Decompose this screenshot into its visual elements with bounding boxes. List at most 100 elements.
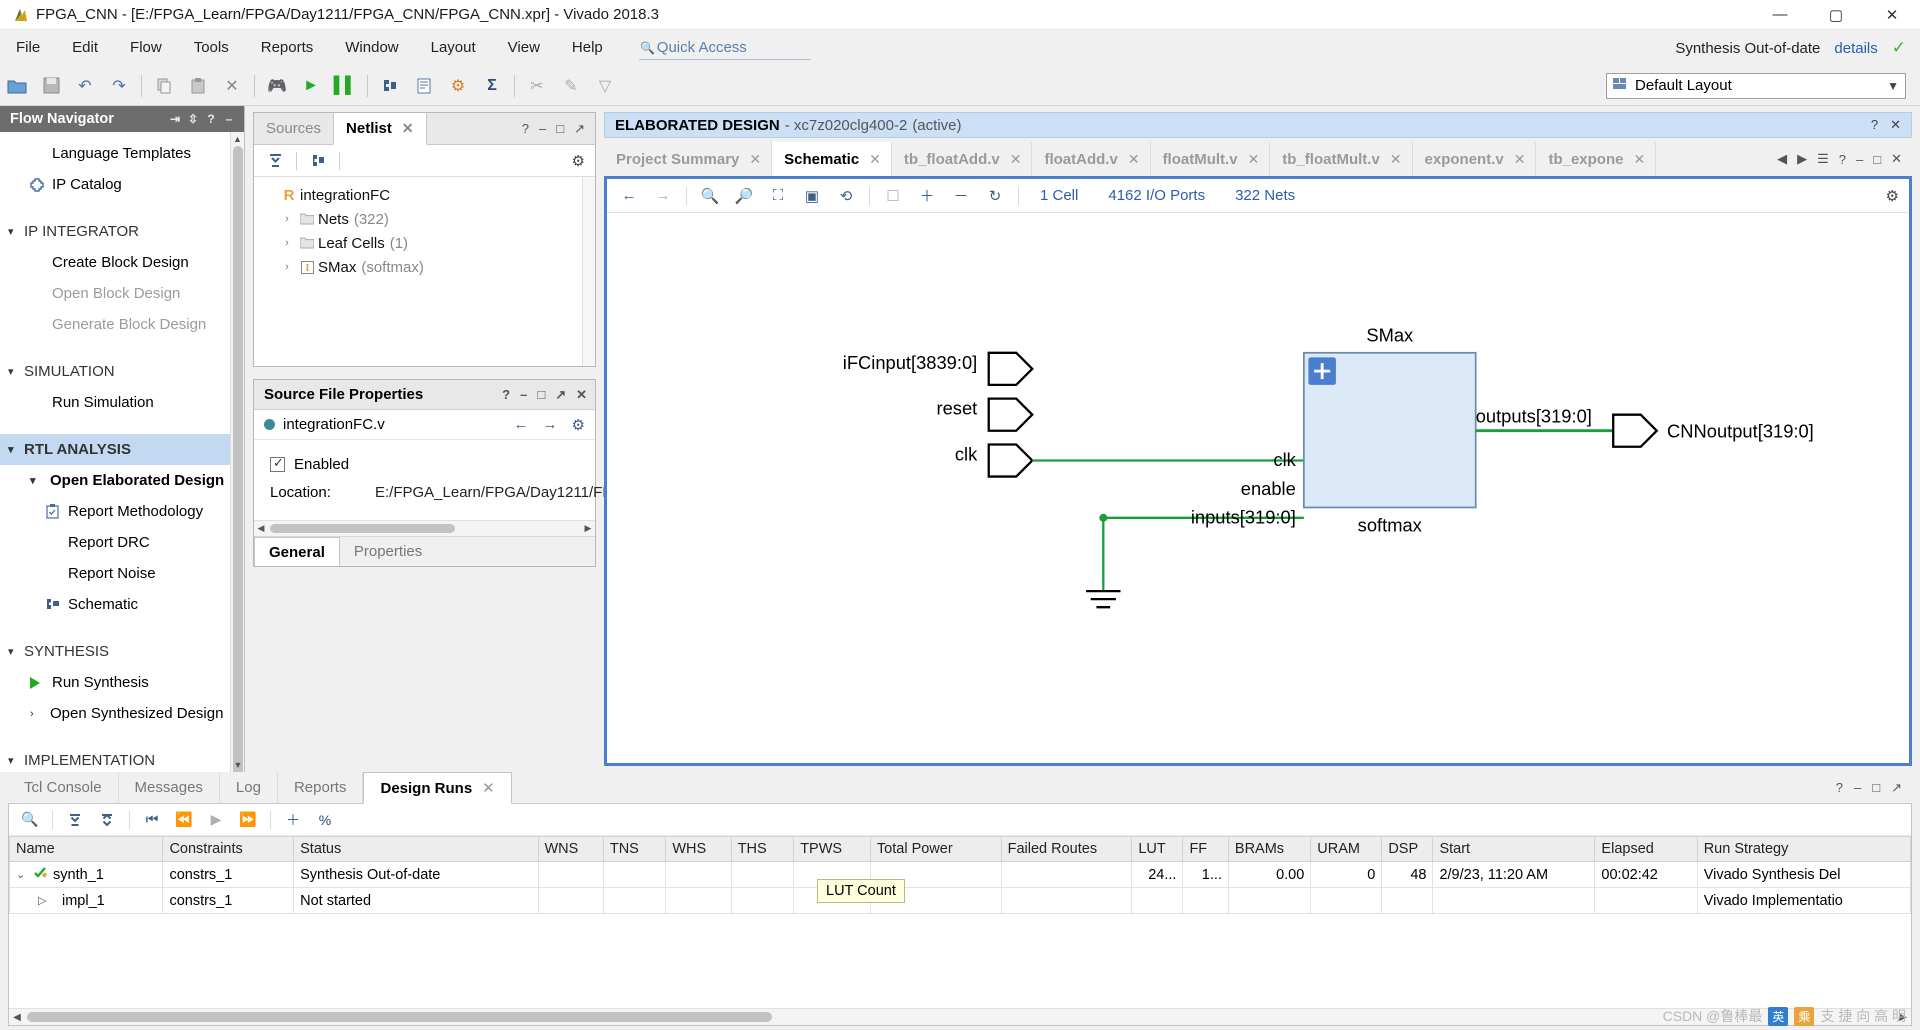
flow-nav-item-open-block-design[interactable]: Open Block Design (0, 278, 230, 309)
flow-nav-item-open-elaborated-design[interactable]: ▾ Open Elaborated Design (0, 465, 230, 496)
cut-icon[interactable]: ✂ (520, 69, 554, 103)
tab-general[interactable]: General (254, 537, 340, 566)
close-icon[interactable]: ✕ (1891, 151, 1902, 167)
column-header-dsp[interactable]: DSP (1381, 836, 1434, 862)
search-icon[interactable]: 🔍 (15, 807, 45, 833)
input-port-shape-ifcinput[interactable] (987, 351, 1034, 387)
flow-nav-item-report-drc[interactable]: Report DRC (0, 527, 230, 558)
rewind-icon[interactable]: ⏪ (169, 807, 199, 833)
schematic-tab-floatmult-v[interactable]: floatMult.v ✕ (1150, 142, 1271, 176)
menu-help[interactable]: Help (556, 30, 619, 66)
menu-reports[interactable]: Reports (245, 30, 330, 66)
close-button[interactable]: ✕ (1864, 0, 1920, 30)
float-icon[interactable]: ↗ (574, 121, 585, 137)
column-header-ths[interactable]: THS (730, 836, 795, 862)
menu-file[interactable]: File (0, 30, 56, 66)
save-icon[interactable] (34, 69, 68, 103)
regenerate-icon[interactable]: ↻ (979, 182, 1011, 210)
netlist-tree-item-smax[interactable]: › I SMax (softmax) (260, 255, 582, 279)
layout-selector[interactable]: Default Layout ▼ (1606, 72, 1906, 99)
run-icon[interactable]: ► (294, 69, 328, 103)
column-header-tns[interactable]: TNS (602, 836, 667, 862)
maximize-icon[interactable]: □ (537, 387, 545, 403)
schematic-tab-exponent-v[interactable]: exponent.v ✕ (1412, 142, 1537, 176)
menu-view[interactable]: View (492, 30, 556, 66)
flow-nav-item-open-synthesized-design[interactable]: › Open Synthesized Design (0, 698, 230, 729)
close-icon[interactable]: ✕ (1514, 151, 1526, 168)
resize-icon[interactable]: ⇳ (184, 112, 202, 126)
input-port-shape-reset[interactable] (987, 397, 1034, 432)
filter-icon[interactable]: ▽ (588, 69, 622, 103)
synthesis-details-link[interactable]: details (1834, 40, 1877, 57)
menu-window[interactable]: Window (329, 30, 414, 66)
column-header-status[interactable]: Status (293, 836, 539, 862)
zoom-fit-icon[interactable]: ⛶ (762, 182, 794, 210)
forward-icon[interactable]: ⏩ (233, 807, 263, 833)
scroll-thumb[interactable] (270, 524, 455, 533)
column-header-ff[interactable]: FF (1182, 836, 1229, 862)
scroll-down-icon[interactable]: ▼ (231, 758, 244, 772)
close-icon[interactable]: ✕ (749, 151, 761, 168)
help-icon[interactable]: ? (1839, 152, 1846, 167)
quick-access-search[interactable]: 🔍 Quick Access (638, 36, 811, 60)
column-header-constraints[interactable]: Constraints (162, 836, 295, 862)
skip-first-icon[interactable]: ⏮ (137, 807, 167, 833)
refresh-icon[interactable]: ⟲ (830, 182, 862, 210)
minimize-icon[interactable]: – (1854, 780, 1861, 795)
tab-properties[interactable]: Properties (340, 537, 436, 566)
paste-icon[interactable] (181, 69, 215, 103)
cell-count-label[interactable]: 1 Cell (1026, 187, 1092, 204)
io-ports-count-label[interactable]: 4162 I/O Ports (1094, 187, 1219, 204)
flow-nav-item-report-methodology[interactable]: Report Methodology (0, 496, 230, 527)
netlist-tree-item-nets[interactable]: › Nets (322) (260, 207, 582, 231)
bottom-tab-tcl-console[interactable]: Tcl Console (8, 772, 119, 803)
forward-arrow-icon[interactable]: → (647, 182, 679, 210)
close-icon[interactable]: ✕ (1010, 151, 1022, 168)
netlist-tree-item-leaf-cells[interactable]: › Leaf Cells (1) (260, 231, 582, 255)
flow-nav-item-ip-catalog[interactable]: IP Catalog (0, 169, 230, 200)
flow-nav-item-language-templates[interactable]: Language Templates (0, 138, 230, 169)
column-header-wns[interactable]: WNS (537, 836, 604, 862)
close-icon[interactable]: ✕ (482, 779, 495, 797)
netlist-tree[interactable]: RintegrationFC › Nets (322) › Leaf Cells (1) › I… (254, 177, 582, 366)
bottom-tab-design-runs[interactable]: Design Runs ✕ (363, 772, 512, 804)
expand-caret-icon[interactable]: › (278, 261, 296, 273)
flow-nav-item-synthesis[interactable]: ▾ SYNTHESIS (0, 636, 230, 667)
minimize-button[interactable]: — (1752, 0, 1808, 30)
help-icon[interactable]: ? (202, 112, 220, 126)
expand-caret-icon[interactable]: ⌄ (16, 868, 28, 881)
bottom-tab-log[interactable]: Log (220, 772, 278, 803)
schematic-canvas[interactable]: iFCinput[3839:0] reset clk SMax softmax … (607, 213, 1909, 763)
netlist-tree-item-integrationfc[interactable]: RintegrationFC (260, 183, 582, 207)
scroll-thumb[interactable] (233, 146, 243, 772)
tab-list-icon[interactable]: ☰ (1817, 151, 1829, 167)
properties-horizontal-scrollbar[interactable]: ◀ ▶ (254, 520, 595, 536)
enabled-checkbox[interactable] (270, 455, 285, 472)
menu-flow[interactable]: Flow (114, 30, 178, 66)
caret-down-icon[interactable]: ▾ (8, 225, 24, 238)
select-area-icon[interactable]: ☐ (877, 182, 909, 210)
flow-nav-item-schematic[interactable]: Schematic (0, 589, 230, 620)
schematic-tab-floatadd-v[interactable]: floatAdd.v ✕ (1032, 142, 1151, 176)
add-run-icon[interactable]: ＋ (278, 807, 308, 833)
flow-navigator-scrollbar[interactable]: ▲ ▼ (230, 132, 244, 772)
zoom-out-icon[interactable]: 🔎 (728, 182, 760, 210)
schematic-view-icon[interactable] (303, 148, 333, 174)
expand-icon[interactable]: ＋ (911, 182, 943, 210)
maximize-icon[interactable]: □ (556, 121, 564, 136)
help-icon[interactable]: ? (502, 387, 510, 403)
close-icon[interactable]: ✕ (1390, 151, 1402, 168)
sum-icon[interactable]: Σ (475, 69, 509, 103)
design-runs-horizontal-scrollbar[interactable]: ◀ ▶ (9, 1008, 1911, 1025)
gear-icon[interactable]: ⚙ (572, 416, 585, 434)
flow-nav-item-generate-block-design[interactable]: Generate Block Design (0, 309, 230, 340)
scroll-left-icon[interactable]: ◀ (254, 523, 268, 534)
back-arrow-icon[interactable]: ← (613, 182, 645, 210)
settings-gear-icon[interactable]: ⚙ (441, 69, 475, 103)
table-row[interactable]: ⌄ synth_1 constrs_1 Synthesis Out-of-date 24… (9, 861, 1911, 888)
minimize-icon[interactable]: – (1856, 152, 1863, 167)
float-icon[interactable]: ↗ (1891, 780, 1902, 796)
minimize-panel-icon[interactable]: – (220, 112, 238, 126)
scroll-thumb[interactable] (27, 1012, 772, 1022)
column-header-name[interactable]: Name (9, 836, 164, 862)
